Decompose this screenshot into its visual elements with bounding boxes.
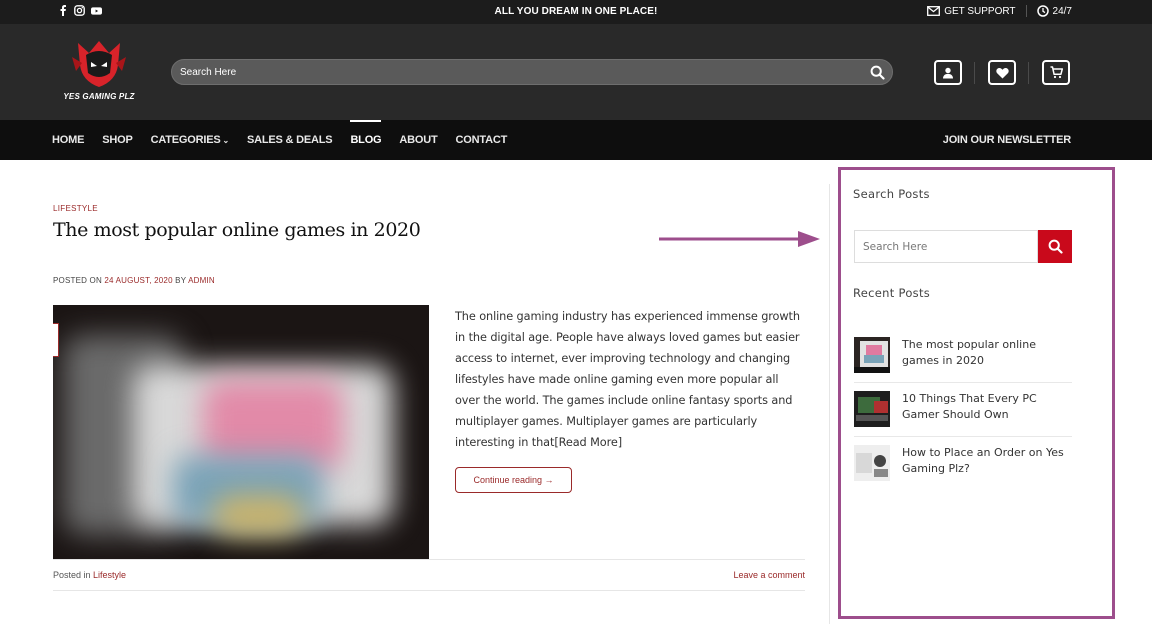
- recent-post-item[interactable]: The most popular online games in 2020: [854, 337, 1072, 385]
- recent-post-item[interactable]: 10 Things That Every PC Gamer Should Own: [854, 391, 1072, 439]
- divider: [1025, 5, 1027, 17]
- meta-prefix: POSTED ON: [53, 276, 102, 285]
- divider: [53, 590, 805, 591]
- recent-post-title[interactable]: 10 Things That Every PC Gamer Should Own: [902, 391, 1072, 423]
- post-date-link[interactable]: 24 AUGUST, 2020: [104, 276, 172, 285]
- posted-in: Posted in Lifestyle: [53, 570, 126, 580]
- cart-icon: [1050, 66, 1063, 79]
- recent-post-title[interactable]: The most popular online games in 2020: [902, 337, 1072, 369]
- wishlist-heart-icon: [995, 67, 1009, 78]
- recent-post-thumbnail[interactable]: [854, 391, 890, 427]
- meta-by: BY: [175, 276, 187, 285]
- account-icon: [943, 67, 953, 78]
- nav-items: HOME SHOP CATEGORIES ⌄ SALES & DEALS BLOG…: [52, 120, 525, 160]
- recent-posts-heading: Recent Posts: [853, 286, 931, 300]
- cart-button[interactable]: [1042, 60, 1070, 85]
- divider: [1028, 62, 1029, 84]
- logo-emblem-icon: [72, 41, 126, 87]
- clock-icon: [1036, 5, 1049, 17]
- hours-label: 24/7: [1052, 5, 1072, 17]
- sidebar-divider: [829, 184, 830, 624]
- site-header: YES GAMING PLZ: [0, 24, 1152, 120]
- divider: [53, 559, 805, 560]
- account-button[interactable]: [934, 60, 962, 85]
- continue-reading-button[interactable]: Continue reading →: [455, 467, 572, 493]
- leave-comment-link[interactable]: Leave a comment: [733, 570, 805, 580]
- posted-in-label: Posted in: [53, 570, 91, 580]
- header-search-input[interactable]: [180, 64, 860, 80]
- chevron-down-icon: ⌄: [222, 136, 230, 145]
- nav-item-about[interactable]: ABOUT: [399, 120, 437, 160]
- thumbnail-blur: [213, 495, 303, 535]
- top-bar: ALL YOU DREAM IN ONE PLACE! GET SUPPORT …: [0, 0, 1152, 24]
- wishlist-button[interactable]: [988, 60, 1016, 85]
- site-logo[interactable]: YES GAMING PLZ: [56, 37, 142, 101]
- divider: [854, 436, 1072, 437]
- sidebar-search-button[interactable]: [1038, 230, 1072, 263]
- main-nav: HOME SHOP CATEGORIES ⌄ SALES & DEALS BLOG…: [0, 120, 1152, 160]
- nav-item-blog[interactable]: BLOG: [350, 120, 382, 160]
- newsletter-link[interactable]: JOIN OUR NEWSLETTER: [943, 120, 1071, 160]
- recent-post-title[interactable]: How to Place an Order on Yes Gaming Plz?: [902, 445, 1072, 477]
- post-category[interactable]: LIFESTYLE: [53, 204, 98, 213]
- search-icon: [1048, 239, 1063, 254]
- nav-item-categories[interactable]: CATEGORIES ⌄: [150, 120, 230, 160]
- logo-text: YES GAMING PLZ: [63, 92, 135, 101]
- post-thumbnail[interactable]: [53, 305, 429, 559]
- search-icon[interactable]: [870, 65, 885, 85]
- nav-item-sales-deals[interactable]: SALES & DEALS: [247, 120, 333, 160]
- posted-in-category-link[interactable]: Lifestyle: [93, 570, 126, 580]
- recent-post-thumbnail[interactable]: [854, 337, 890, 373]
- search-posts-heading: Search Posts: [853, 187, 930, 201]
- nav-item-shop[interactable]: SHOP: [102, 120, 133, 160]
- thumbnail-badge: [53, 323, 59, 357]
- divider: [974, 62, 975, 84]
- sidebar-search-input[interactable]: [863, 239, 1028, 255]
- nav-item-contact[interactable]: CONTACT: [456, 120, 508, 160]
- nav-item-categories-label: CATEGORIES: [150, 134, 221, 146]
- header-search: [171, 59, 893, 85]
- envelope-icon: [927, 6, 941, 16]
- sidebar-search: [854, 230, 1038, 263]
- post-meta: POSTED ON 24 AUGUST, 2020 BY ADMIN: [53, 276, 215, 285]
- post-author-link[interactable]: ADMIN: [188, 276, 215, 285]
- nav-item-home[interactable]: HOME: [52, 120, 84, 160]
- get-support-link[interactable]: GET SUPPORT: [944, 6, 1015, 17]
- annotation-arrow-icon: [659, 231, 820, 247]
- recent-post-thumbnail[interactable]: [854, 445, 890, 481]
- divider: [854, 382, 1072, 383]
- topbar-right: GET SUPPORT 24/7: [927, 5, 1072, 17]
- recent-post-item[interactable]: How to Place an Order on Yes Gaming Plz?: [854, 445, 1072, 493]
- post-excerpt: The online gaming industry has experienc…: [455, 310, 800, 449]
- post-title[interactable]: The most popular online games in 2020: [53, 219, 421, 241]
